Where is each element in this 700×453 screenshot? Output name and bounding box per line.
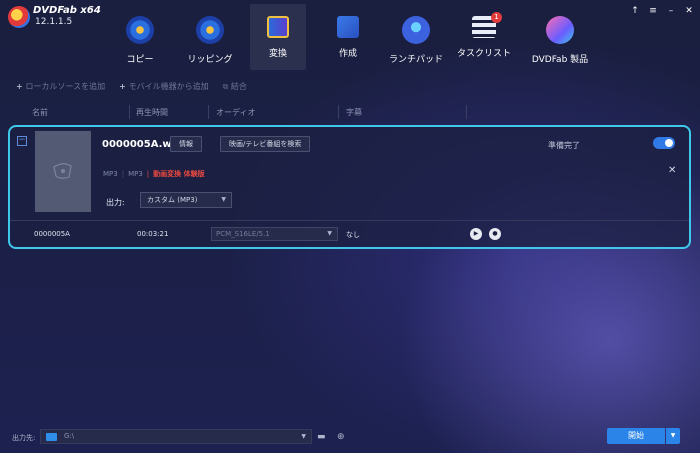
window-controls: ↑ ≡ – ✕ xyxy=(630,6,694,16)
destination-path-field[interactable]: G:\ ▼ xyxy=(40,429,312,444)
creator-disc-icon xyxy=(337,16,359,38)
status-text: 準備完了 xyxy=(548,141,580,150)
top-bar: DVDFab x64 12.1.1.5 ↑ ≡ – ✕ コピー リッピング 変換… xyxy=(0,0,700,75)
folder-icon xyxy=(46,433,57,441)
minimize-icon[interactable]: – xyxy=(666,6,676,16)
output-profile-select[interactable]: カスタム (MP3) ▼ xyxy=(140,192,232,208)
converter-film-icon xyxy=(267,16,289,38)
col-name: 名前 xyxy=(32,108,48,117)
destination-label: 出力先: xyxy=(12,434,36,442)
pin-icon[interactable]: ↑ xyxy=(630,6,640,16)
subtitle-value[interactable]: なし xyxy=(346,230,360,240)
destination-path: G:\ xyxy=(64,432,75,440)
nav-products[interactable]: DVDFab 製品 xyxy=(530,10,590,70)
start-button[interactable]: 開始 xyxy=(607,428,665,444)
nav-creator[interactable]: 作成 xyxy=(320,10,376,70)
launchpad-rocket-icon xyxy=(402,16,430,44)
close-icon[interactable]: ✕ xyxy=(684,6,694,16)
app-version: 12.1.1.5 xyxy=(35,17,73,27)
nav-copy[interactable]: コピー xyxy=(112,10,168,70)
menu-icon[interactable]: ≡ xyxy=(648,6,658,16)
nav-ripper[interactable]: リッピング xyxy=(182,10,238,70)
info-button[interactable]: 情報 xyxy=(170,136,202,152)
app-name: DVDFab x64 xyxy=(33,5,101,16)
col-duration: 再生時間 xyxy=(136,108,168,117)
chevron-down-icon[interactable]: ▼ xyxy=(301,433,306,440)
nav-creator-label: 作成 xyxy=(338,49,357,59)
search-movie-tv-button[interactable]: 映画/テレビ番組を検索 xyxy=(220,136,311,152)
task-card[interactable]: − 0000005A.wav 情報 映画/テレビ番組を検索 MP3 | MP3 | 動画… xyxy=(8,125,691,249)
browse-folder-icon[interactable]: ▬ xyxy=(317,432,326,442)
start-dropdown-icon[interactable]: ▼ xyxy=(666,428,680,444)
copy-disc-icon xyxy=(126,16,154,44)
nav-ripper-label: リッピング xyxy=(187,55,233,65)
nav-products-label: DVDFab 製品 xyxy=(531,55,589,65)
nav-converter-label: 変換 xyxy=(268,49,287,59)
nav-launchpad-label: ランチパッド xyxy=(388,55,443,65)
nav-launchpad[interactable]: ランチパッド xyxy=(388,10,444,70)
collapse-button[interactable]: − xyxy=(17,136,27,146)
remove-task-icon[interactable]: ✕ xyxy=(668,165,676,176)
ripper-disc-icon xyxy=(196,16,224,44)
col-subtitle: 字幕 xyxy=(346,108,362,117)
trial-notice: 動画変換 体験版 xyxy=(153,170,205,178)
dvdfab-logo xyxy=(8,6,30,28)
play-icon[interactable]: ▶ xyxy=(470,228,482,240)
toolbar: + ローカルソースを追加 + モバイル機器から追加 ⧉ 結合 xyxy=(16,81,247,92)
format-info: MP3 | MP3 | 動画変換 体験版 xyxy=(103,170,205,178)
audio-file-icon xyxy=(53,163,72,179)
col-audio: オーディオ xyxy=(216,108,256,117)
nav-task-list-label: タスクリスト xyxy=(456,49,511,59)
thumbnail xyxy=(35,131,91,212)
globe-icon[interactable]: ⊕ xyxy=(337,432,345,442)
title-duration: 00:03:21 xyxy=(137,230,169,238)
task-toggle[interactable] xyxy=(653,137,675,149)
output-label: 出力: xyxy=(106,198,125,207)
add-local-source-button[interactable]: + ローカルソースを追加 xyxy=(16,81,105,92)
chevron-down-icon: ▼ xyxy=(221,196,226,203)
title-name: 0000005A xyxy=(34,230,70,238)
bottom-bar: 出力先: G:\ ▼ ▬ ⊕ 開始 ▼ xyxy=(0,424,700,453)
title-row[interactable]: 0000005A 00:03:21 PCM_S16LE/5.1 ▼ なし ▶ ● xyxy=(10,227,689,243)
nav-copy-label: コピー xyxy=(126,55,154,65)
card-divider xyxy=(10,220,689,221)
preview-eye-icon[interactable]: ● xyxy=(489,228,501,240)
nav-converter[interactable]: 変換 xyxy=(250,4,306,70)
merge-button[interactable]: ⧉ 結合 xyxy=(223,81,247,92)
audio-track-select[interactable]: PCM_S16LE/5.1 ▼ xyxy=(211,227,338,241)
task-count-badge: 1 xyxy=(491,12,502,23)
chevron-down-icon: ▼ xyxy=(327,230,332,237)
column-headers: 名前 再生時間 オーディオ 字幕 xyxy=(0,103,700,121)
products-icon xyxy=(546,16,574,44)
add-from-mobile-button[interactable]: + モバイル機器から追加 xyxy=(119,81,209,92)
nav-task-list[interactable]: 1 タスクリスト xyxy=(456,10,512,70)
